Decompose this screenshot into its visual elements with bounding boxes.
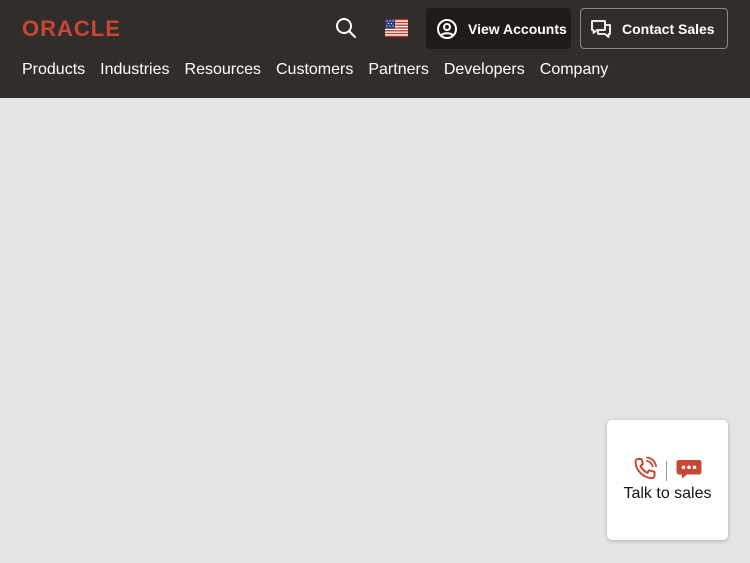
nav-item-resources[interactable]: Resources — [185, 61, 261, 79]
chat-widget-divider — [666, 461, 667, 481]
nav-item-developers[interactable]: Developers — [444, 61, 525, 79]
contact-sales-label: Contact Sales — [622, 20, 715, 37]
chat-bubble-icon — [590, 18, 612, 40]
us-flag-icon[interactable] — [385, 19, 408, 37]
view-accounts-label: View Accounts — [468, 20, 567, 37]
nav-item-partners[interactable]: Partners — [368, 61, 428, 79]
chat-icon — [675, 457, 703, 486]
search-icon[interactable] — [334, 16, 358, 40]
nav-item-products[interactable]: Products — [22, 61, 85, 79]
contact-sales-button[interactable]: Contact Sales — [580, 8, 728, 49]
user-circle-icon — [436, 18, 458, 40]
nav-item-industries[interactable]: Industries — [100, 61, 169, 79]
nav-item-customers[interactable]: Customers — [276, 61, 353, 79]
talk-to-sales-label: Talk to sales — [623, 485, 712, 502]
main-nav: Products Industries Resources Customers … — [22, 58, 608, 82]
phone-icon — [632, 456, 658, 487]
talk-to-sales-widget[interactable]: Talk to sales — [607, 420, 728, 540]
site-header: ORACLE View Accounts Contact Sales Produ… — [0, 0, 750, 98]
view-accounts-button[interactable]: View Accounts — [426, 8, 571, 49]
oracle-logo[interactable]: ORACLE — [22, 16, 121, 42]
chat-widget-icons — [607, 456, 728, 486]
nav-item-company[interactable]: Company — [540, 61, 608, 79]
